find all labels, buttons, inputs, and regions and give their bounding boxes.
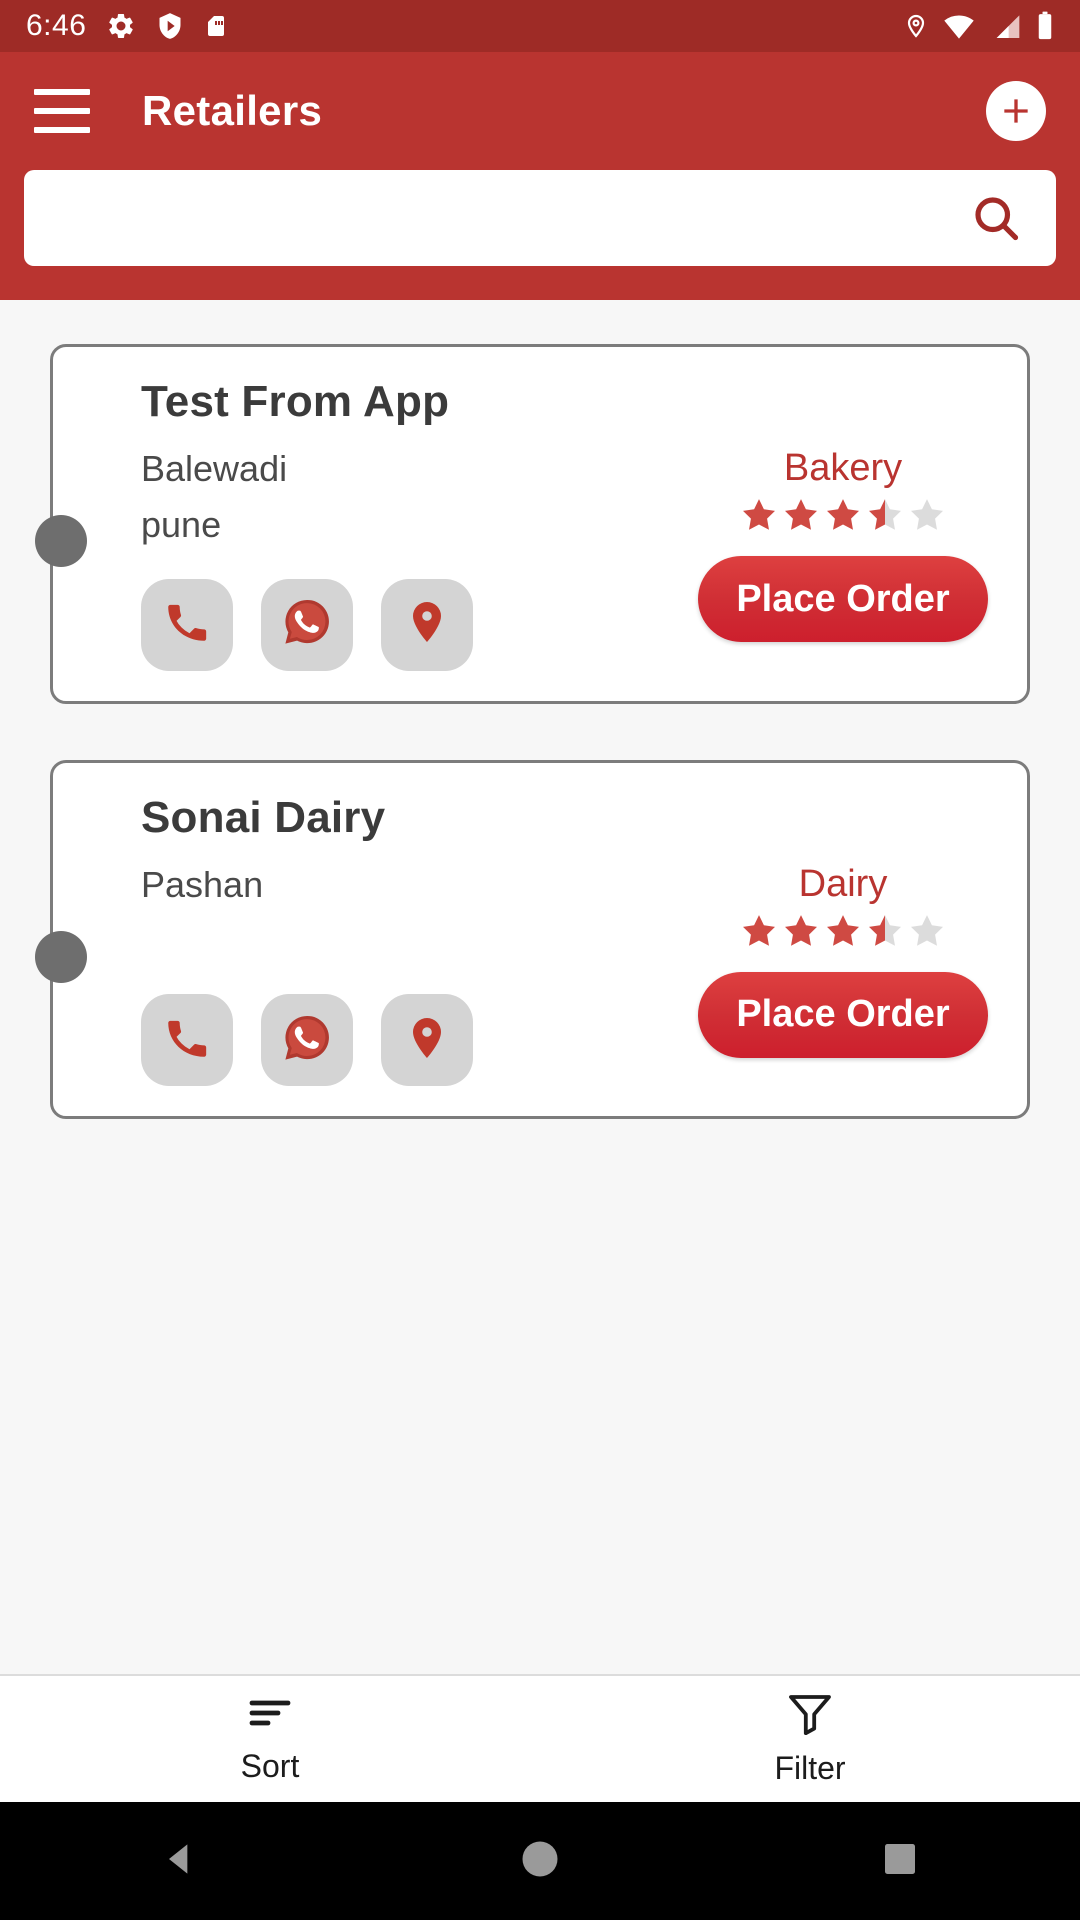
map-location-button[interactable]	[381, 578, 473, 671]
map-location-button[interactable]	[381, 994, 473, 1087]
retailer-category: Dairy	[798, 862, 888, 905]
sort-icon	[246, 1693, 294, 1738]
star-empty-icon	[911, 914, 943, 946]
call-button[interactable]	[141, 578, 233, 671]
retailer-summary: Dairy Place Order	[693, 857, 993, 1087]
location-pin-icon	[403, 598, 451, 651]
app-bar-row: Retailers	[0, 52, 1080, 170]
filter-button[interactable]: Filter	[540, 1676, 1080, 1802]
retailer-actions	[141, 578, 693, 671]
retailer-card[interactable]: Test From App Balewadi pune Bakery Place…	[35, 344, 1030, 704]
phone-icon	[162, 1013, 212, 1068]
call-button[interactable]	[141, 994, 233, 1087]
app-screen: 6:46 Retailers Test From App Balewadi pu…	[0, 0, 1080, 1920]
gear-icon	[106, 11, 136, 41]
place-order-button[interactable]: Place Order	[698, 556, 988, 642]
retailer-address-line1: Balewadi	[141, 448, 288, 489]
filter-funnel-icon	[786, 1691, 834, 1740]
add-retailer-button[interactable]	[986, 81, 1046, 141]
whatsapp-button[interactable]	[261, 994, 353, 1087]
retailer-summary: Bakery Place Order	[693, 441, 993, 671]
retailer-card-container: Test From App Balewadi pune Bakery Place…	[35, 344, 1030, 704]
battery-icon	[1036, 11, 1054, 41]
star-filled-icon	[743, 499, 775, 530]
whatsapp-icon	[280, 595, 334, 654]
location-icon	[904, 11, 928, 41]
hamburger-menu-icon[interactable]	[34, 89, 90, 133]
status-bar-left: 6:46	[26, 9, 228, 43]
retailer-address-line2: pune	[141, 503, 222, 545]
place-order-button[interactable]: Place Order	[698, 971, 988, 1058]
shield-play-icon	[156, 11, 184, 41]
retailer-details: Balewadi pune	[141, 441, 693, 671]
plus-icon	[996, 91, 1036, 131]
location-pin-icon	[403, 1014, 451, 1067]
phone-icon	[162, 597, 212, 652]
sd-card-icon	[204, 11, 228, 41]
sort-button[interactable]: Sort	[0, 1676, 540, 1802]
search-input[interactable]	[52, 198, 970, 238]
retailer-card-body: Pashan Dairy Place Order	[141, 857, 993, 1087]
cellular-signal-icon	[990, 12, 1022, 40]
whatsapp-icon	[280, 1011, 334, 1070]
star-filled-icon	[827, 499, 859, 530]
retailer-card-container: Sonai Dairy Pashan Dairy Place Order	[35, 759, 1030, 1120]
star-empty-icon	[911, 499, 943, 530]
search-container	[0, 170, 1080, 266]
retailer-actions	[141, 994, 693, 1087]
star-filled-icon	[743, 914, 775, 946]
star-filled-icon	[827, 914, 859, 946]
retailer-card[interactable]: Sonai Dairy Pashan Dairy Place Order	[35, 759, 1030, 1120]
retailer-name: Test From App	[141, 377, 450, 426]
search-icon[interactable]	[970, 192, 1022, 244]
rating-stars	[740, 912, 946, 950]
nav-back-button[interactable]	[120, 1821, 240, 1901]
nav-home-button[interactable]	[480, 1821, 600, 1901]
android-nav-bar	[0, 1802, 1080, 1920]
status-bar-clock: 6:46	[26, 9, 87, 42]
rating-stars	[740, 496, 946, 534]
home-circle-icon	[519, 1838, 561, 1885]
page-title: Retailers	[142, 87, 323, 134]
recents-square-icon	[880, 1839, 920, 1884]
retailer-name: Sonai Dairy	[141, 792, 386, 842]
status-dot	[35, 930, 87, 983]
bottom-action-bar: Sort Filter	[0, 1674, 1080, 1802]
filter-label: Filter	[774, 1750, 846, 1786]
retailer-details: Pashan	[141, 857, 693, 1087]
status-bar-right	[904, 11, 1054, 41]
retailer-address-line2	[141, 912, 693, 968]
star-half-icon	[869, 499, 901, 530]
search-bar[interactable]	[24, 170, 1056, 266]
wifi-icon	[942, 12, 976, 40]
back-triangle-icon	[158, 1837, 202, 1886]
star-filled-icon	[785, 914, 817, 946]
star-filled-icon	[785, 499, 817, 530]
retailer-category: Bakery	[783, 447, 903, 489]
status-dot	[35, 515, 87, 567]
retailer-card-body: Balewadi pune Bakery Place Order	[141, 441, 993, 671]
nav-recents-button[interactable]	[840, 1821, 960, 1901]
status-bar: 6:46	[0, 0, 1080, 52]
whatsapp-button[interactable]	[261, 578, 353, 671]
retailer-address-line1: Pashan	[141, 863, 264, 905]
star-half-icon	[869, 914, 901, 946]
sort-label: Sort	[240, 1748, 300, 1784]
app-bar: Retailers	[0, 52, 1080, 300]
retailer-list: Test From App Balewadi pune Bakery Place…	[0, 300, 1080, 1674]
